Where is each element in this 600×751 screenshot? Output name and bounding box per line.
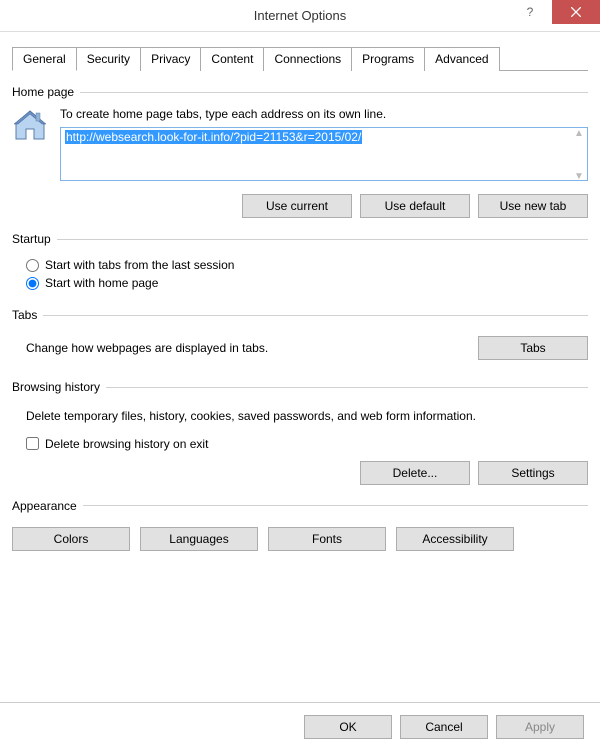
textarea-scrollbar[interactable]: ▲▼: [571, 128, 587, 183]
tab-general[interactable]: General: [12, 47, 77, 71]
home-page-help: To create home page tabs, type each addr…: [60, 107, 588, 121]
home-page-url-input[interactable]: [60, 127, 588, 181]
accessibility-button[interactable]: Accessibility: [396, 527, 514, 551]
startup-last-session-label: Start with tabs from the last session: [45, 258, 234, 272]
browsing-history-group: Browsing history Delete temporary files,…: [12, 380, 588, 485]
browsing-history-help: Delete temporary files, history, cookies…: [12, 402, 588, 433]
browsing-history-legend: Browsing history: [12, 380, 106, 394]
appearance-group: Appearance Colors Languages Fonts Access…: [12, 499, 588, 551]
appearance-legend: Appearance: [12, 499, 83, 513]
home-page-group: Home page To create home page tabs, type…: [12, 85, 588, 218]
tab-advanced[interactable]: Advanced: [424, 47, 499, 71]
startup-last-session-radio[interactable]: [26, 259, 39, 272]
cancel-button[interactable]: Cancel: [400, 715, 488, 739]
tabs-legend: Tabs: [12, 308, 43, 322]
tabs-group: Tabs Change how webpages are displayed i…: [12, 308, 588, 366]
fonts-button[interactable]: Fonts: [268, 527, 386, 551]
startup-last-session-row[interactable]: Start with tabs from the last session: [26, 258, 588, 272]
tab-connections[interactable]: Connections: [263, 47, 352, 71]
close-icon: [571, 7, 581, 17]
apply-button[interactable]: Apply: [496, 715, 584, 739]
use-current-button[interactable]: Use current: [242, 194, 352, 218]
languages-button[interactable]: Languages: [140, 527, 258, 551]
tabs-help-text: Change how webpages are displayed in tab…: [26, 341, 478, 355]
tab-content[interactable]: Content: [200, 47, 264, 71]
ok-button[interactable]: OK: [304, 715, 392, 739]
colors-button[interactable]: Colors: [12, 527, 130, 551]
help-button[interactable]: ?: [508, 0, 552, 24]
tab-strip: General Security Privacy Content Connect…: [12, 46, 588, 71]
startup-home-radio[interactable]: [26, 277, 39, 290]
close-button[interactable]: [552, 0, 600, 24]
use-default-button[interactable]: Use default: [360, 194, 470, 218]
delete-on-exit-row[interactable]: Delete browsing history on exit: [26, 437, 588, 451]
startup-legend: Startup: [12, 232, 57, 246]
startup-group: Startup Start with tabs from the last se…: [12, 232, 588, 294]
use-new-tab-button[interactable]: Use new tab: [478, 194, 588, 218]
window-title: Internet Options: [254, 8, 347, 23]
delete-on-exit-label: Delete browsing history on exit: [45, 437, 208, 451]
startup-home-row[interactable]: Start with home page: [26, 276, 588, 290]
tab-privacy[interactable]: Privacy: [140, 47, 201, 71]
history-settings-button[interactable]: Settings: [478, 461, 588, 485]
home-page-legend: Home page: [12, 85, 80, 99]
dialog-footer: OK Cancel Apply: [0, 702, 600, 751]
delete-history-button[interactable]: Delete...: [360, 461, 470, 485]
tab-security[interactable]: Security: [76, 47, 141, 71]
tab-programs[interactable]: Programs: [351, 47, 425, 71]
titlebar: Internet Options ?: [0, 0, 600, 32]
startup-home-label: Start with home page: [45, 276, 158, 290]
home-icon: [12, 107, 48, 146]
delete-on-exit-checkbox[interactable]: [26, 437, 39, 450]
tabs-button[interactable]: Tabs: [478, 336, 588, 360]
